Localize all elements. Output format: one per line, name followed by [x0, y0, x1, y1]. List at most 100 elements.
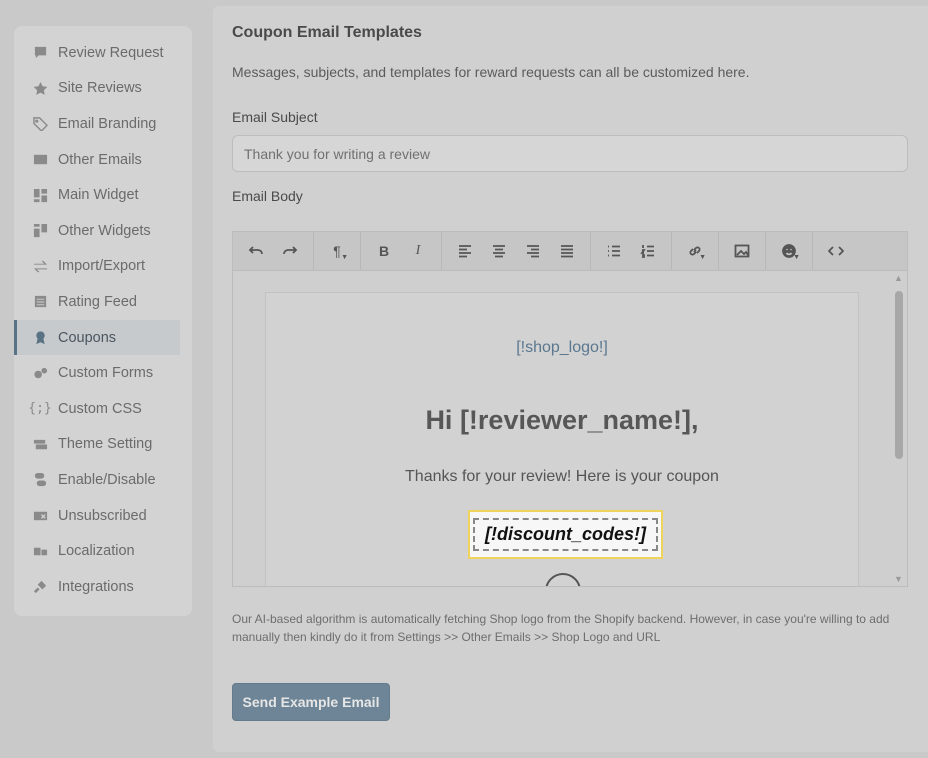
- sidebar-item-email-branding[interactable]: Email Branding: [14, 106, 192, 142]
- sidebar-item-label: Custom Forms: [58, 365, 154, 382]
- code-braces-icon: {;}: [28, 401, 52, 417]
- bullet-list-icon: [608, 245, 620, 257]
- source-group: [813, 232, 859, 270]
- email-preview-card: [!shop_logo!] Hi [!reviewer_name!], Than…: [265, 292, 859, 586]
- paragraph-format-button[interactable]: ¶ ▼: [320, 236, 354, 266]
- editor-toolbar: ¶ ▼ B I ▼ ▼: [233, 232, 907, 271]
- page-description: Messages, subjects, and templates for re…: [232, 64, 750, 80]
- undo-button[interactable]: [239, 236, 273, 266]
- redo-button[interactable]: [273, 236, 307, 266]
- text-style-group: B I: [361, 232, 442, 270]
- email-subject-label: Email Subject: [232, 109, 318, 125]
- sidebar-item-label: Main Widget: [58, 187, 139, 204]
- align-left-button[interactable]: [448, 236, 482, 266]
- coupon-email-panel: Coupon Email Templates Messages, subject…: [213, 6, 928, 752]
- sidebar-item-localization[interactable]: Localization: [14, 533, 192, 569]
- partial-circle-icon: [545, 573, 581, 586]
- plug-icon: [32, 579, 48, 595]
- editor-scrollbar[interactable]: ▲ ▼: [891, 271, 907, 586]
- gears-icon: [32, 365, 48, 381]
- sidebar-item-label: Unsubscribed: [58, 507, 147, 524]
- image-group: [719, 232, 766, 270]
- email-body-label: Email Body: [232, 188, 303, 204]
- align-center-button[interactable]: [482, 236, 516, 266]
- italic-button[interactable]: I: [401, 236, 435, 266]
- badge-icon: [32, 330, 48, 346]
- sidebar-item-unsubscribed[interactable]: Unsubscribed: [14, 498, 192, 534]
- source-code-button[interactable]: [819, 236, 853, 266]
- bullet-list-button[interactable]: [597, 236, 631, 266]
- sidebar-item-label: Integrations: [58, 578, 134, 595]
- sidebar-item-custom-css[interactable]: {;} Custom CSS: [14, 391, 192, 427]
- shop-logo-placeholder: [!shop_logo!]: [516, 339, 608, 356]
- sidebar-item-label: Site Reviews: [58, 80, 142, 97]
- sidebar-item-rating-feed[interactable]: Rating Feed: [14, 284, 192, 320]
- sidebar-item-import-export[interactable]: Import/Export: [14, 249, 192, 285]
- sidebar-item-other-widgets[interactable]: Other Widgets: [14, 213, 192, 249]
- insert-image-button[interactable]: [725, 236, 759, 266]
- sidebar-item-theme-setting[interactable]: Theme Setting: [14, 427, 192, 463]
- sidebar-item-coupons[interactable]: Coupons: [14, 319, 180, 356]
- editor-content[interactable]: [!shop_logo!] Hi [!reviewer_name!], Than…: [233, 271, 907, 586]
- history-group: [233, 232, 314, 270]
- sidebar-item-site-reviews[interactable]: Site Reviews: [14, 71, 192, 107]
- envelope-icon: [32, 152, 48, 168]
- widget-icon: [32, 187, 48, 203]
- align-justify-button[interactable]: [550, 236, 584, 266]
- email-subject-input[interactable]: [232, 135, 908, 172]
- language-icon: [32, 543, 48, 559]
- list-icon: [32, 294, 48, 310]
- paragraph-group: ¶ ▼: [314, 232, 361, 270]
- star-icon: [32, 80, 48, 96]
- image-icon: [734, 244, 750, 258]
- code-icon: [828, 246, 844, 256]
- sidebar-item-integrations[interactable]: Integrations: [14, 569, 192, 605]
- list-group: [591, 232, 672, 270]
- scrollbar-thumb[interactable]: [895, 291, 903, 459]
- sidebar-item-label: Enable/Disable: [58, 471, 156, 488]
- scroll-down-icon[interactable]: ▼: [894, 574, 903, 584]
- sidebar-item-label: Import/Export: [58, 258, 146, 275]
- send-example-email-button[interactable]: Send Example Email: [232, 683, 390, 721]
- email-body-editor: ¶ ▼ B I ▼ ▼ [!shop_logo!] Hi [!reviewer_…: [232, 231, 908, 587]
- scroll-up-icon[interactable]: ▲: [894, 273, 903, 283]
- insert-link-button[interactable]: ▼: [678, 236, 712, 266]
- sidebar-item-label: Theme Setting: [58, 436, 153, 453]
- greeting-heading: Hi [!reviewer_name!],: [425, 405, 699, 435]
- sidebar-item-label: Custom CSS: [58, 400, 142, 417]
- sidebar-item-other-emails[interactable]: Other Emails: [14, 142, 192, 178]
- sidebar-item-label: Coupons: [58, 329, 117, 346]
- tag-icon: [32, 116, 48, 132]
- sidebar-item-custom-forms[interactable]: Custom Forms: [14, 355, 192, 391]
- align-right-icon: [527, 245, 539, 258]
- bold-button[interactable]: B: [367, 236, 401, 266]
- numbered-list-icon: [640, 245, 654, 258]
- caret-down-icon: ▼: [699, 254, 706, 261]
- discount-code-highlight: [!discount_codes!]: [468, 510, 663, 559]
- numbered-list-button[interactable]: [631, 236, 665, 266]
- undo-icon: [248, 246, 263, 255]
- shop-logo-note: Our AI-based algorithm is automatically …: [232, 612, 890, 644]
- align-left-icon: [459, 245, 471, 258]
- page-title: Coupon Email Templates: [232, 24, 422, 41]
- align-right-button[interactable]: [516, 236, 550, 266]
- mail-x-icon: [32, 508, 48, 524]
- emoji-button[interactable]: ▼: [772, 236, 806, 266]
- toggle-icon: [32, 472, 48, 488]
- sidebar-item-label: Review Request: [58, 44, 164, 61]
- sidebar-item-label: Other Emails: [58, 151, 142, 168]
- paragraph-icon: ¶: [333, 243, 341, 259]
- discount-code-placeholder: [!discount_codes!]: [472, 518, 658, 551]
- sidebar-item-enable-disable[interactable]: Enable/Disable: [14, 462, 192, 498]
- sidebar-item-label: Localization: [58, 543, 135, 560]
- swap-icon: [32, 258, 48, 274]
- align-center-icon: [493, 245, 505, 258]
- sidebar-item-review-request[interactable]: Review Request: [14, 35, 192, 71]
- widgets-icon: [32, 223, 48, 239]
- sidebar-item-main-widget[interactable]: Main Widget: [14, 177, 192, 213]
- bold-icon: B: [378, 243, 390, 259]
- sidebar-item-label: Email Branding: [58, 115, 157, 132]
- settings-sidebar: Review Request Site Reviews Email Brandi…: [14, 26, 192, 616]
- alignment-group: [442, 232, 591, 270]
- caret-down-icon: ▼: [341, 254, 348, 261]
